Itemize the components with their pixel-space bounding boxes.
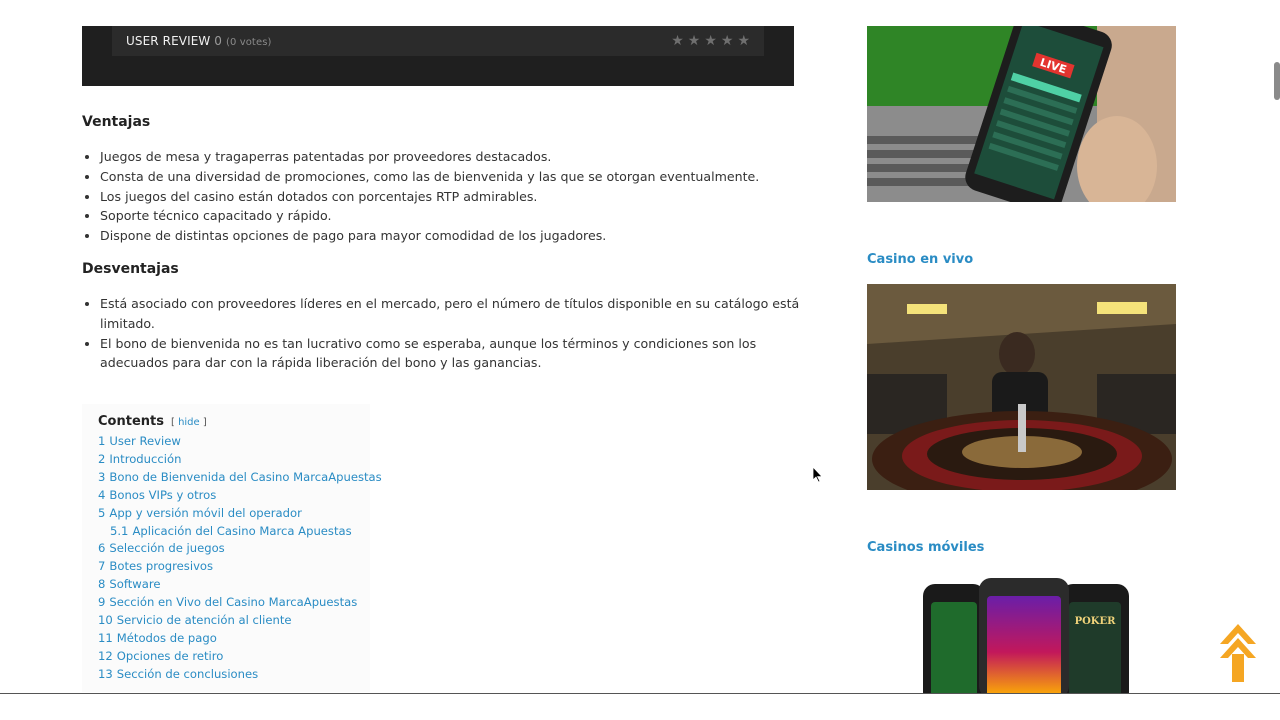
list-item: Los juegos del casino están dotados con … xyxy=(100,187,812,207)
toc-toggle: [ hide ] xyxy=(171,417,207,428)
list-item: Soporte técnico capacitado y rápido. xyxy=(100,206,812,226)
live-betting-illustration: LIVE xyxy=(867,26,1176,202)
list-item: Dispone de distintas opciones de pago pa… xyxy=(100,226,812,246)
star-icon[interactable]: ★ xyxy=(721,34,734,48)
toc-item-software[interactable]: 8 Software xyxy=(98,576,354,594)
table-of-contents: Contents [ hide ] 1 User Review 2 Introduc… xyxy=(82,404,382,692)
list-item: Consta de una diversidad de promociones,… xyxy=(100,167,812,187)
toc-item-atencion-cliente[interactable]: 10 Servicio de atención al cliente xyxy=(98,612,354,630)
toc-bracket-open: [ xyxy=(170,417,175,428)
toc-item-opciones-retiro[interactable]: 12 Opciones de retiro xyxy=(98,648,354,666)
casinos-moviles-heading[interactable]: Casinos móviles xyxy=(867,540,984,555)
ventajas-list: Juegos de mesa y tragaperras patentadas … xyxy=(82,147,812,246)
roulette-illustration xyxy=(867,284,1176,490)
toc-header: Contents [ hide ] xyxy=(98,414,354,429)
toc-item-seleccion-juegos[interactable]: 6 Selección de juegos xyxy=(98,540,354,558)
star-icon[interactable]: ★ xyxy=(671,34,684,48)
poker-title: POKER xyxy=(1074,616,1116,627)
toc-item-bono-bienvenida[interactable]: 3 Bono de Bienvenida del Casino MarcaApue… xyxy=(98,469,382,487)
casino-en-vivo-heading[interactable]: Casino en vivo xyxy=(867,252,973,267)
bottom-divider xyxy=(0,693,1280,694)
toc-hide-link[interactable]: hide xyxy=(178,417,200,428)
toc-item-metodos-pago[interactable]: 11 Métodos de pago xyxy=(98,630,354,648)
toc-item-botes[interactable]: 7 Botes progresivos xyxy=(98,558,354,576)
user-review-votes: (0 votes) xyxy=(225,37,272,48)
back-to-top-button[interactable] xyxy=(1220,624,1256,682)
mobile-casinos-image[interactable]: POKER xyxy=(867,578,1176,694)
user-review-label: USER REVIEW xyxy=(126,34,211,48)
list-item: Juegos de mesa y tragaperras patentadas … xyxy=(100,147,812,167)
toc-item-conclusiones[interactable]: 13 Sección de conclusiones xyxy=(98,666,354,684)
star-icon[interactable]: ★ xyxy=(704,34,717,48)
phone-slots xyxy=(979,578,1069,694)
list-item: El bono de bienvenida no es tan lucrativ… xyxy=(100,334,800,374)
toc-title: Contents xyxy=(98,414,164,429)
toc-item-seccion-vivo[interactable]: 9 Sección en Vivo del Casino MarcaApuesta… xyxy=(98,594,357,612)
toc-list: 1 User Review 2 Introducción 3 Bono de Bien… xyxy=(98,433,382,684)
user-review-bar: USER REVIEW 0 (0 votes) ★ ★ ★ ★ ★ xyxy=(112,26,764,56)
star-icon[interactable]: ★ xyxy=(688,34,701,48)
scrollbar-thumb[interactable] xyxy=(1274,62,1280,100)
star-icon[interactable]: ★ xyxy=(737,34,750,48)
toc-item-introduccion[interactable]: 2 Introducción xyxy=(98,451,354,469)
user-review-box: USER REVIEW 0 (0 votes) ★ ★ ★ ★ ★ xyxy=(82,26,794,86)
phone-poker: POKER xyxy=(1061,584,1129,694)
desventajas-list: Está asociado con proveedores líderes en… xyxy=(82,294,800,373)
desventajas-heading: Desventajas xyxy=(82,261,179,277)
user-review-score: 0 xyxy=(214,34,223,48)
double-chevron-up-icon xyxy=(1220,624,1256,682)
toc-item-user-review[interactable]: 1 User Review xyxy=(98,433,354,451)
phone-blackjack xyxy=(923,584,985,694)
ventajas-heading: Ventajas xyxy=(82,114,151,130)
toc-item-bonos-vip[interactable]: 4 Bonos VIPs y otros xyxy=(98,487,354,505)
live-casino-roulette-image[interactable] xyxy=(867,284,1176,490)
toc-item-app-movil[interactable]: 5 App y versión móvil del operador xyxy=(98,505,354,523)
list-item: Está asociado con proveedores líderes en… xyxy=(100,294,800,334)
mouse-cursor-icon xyxy=(812,465,823,483)
rating-stars[interactable]: ★ ★ ★ ★ ★ xyxy=(671,34,750,48)
user-review-title: USER REVIEW 0 (0 votes) xyxy=(126,34,272,48)
toc-bracket-close: ] xyxy=(202,417,207,428)
live-betting-phone-image[interactable]: LIVE xyxy=(867,26,1176,202)
toc-item-aplicacion[interactable]: 5.1 Aplicación del Casino Marca Apuestas xyxy=(98,523,354,541)
